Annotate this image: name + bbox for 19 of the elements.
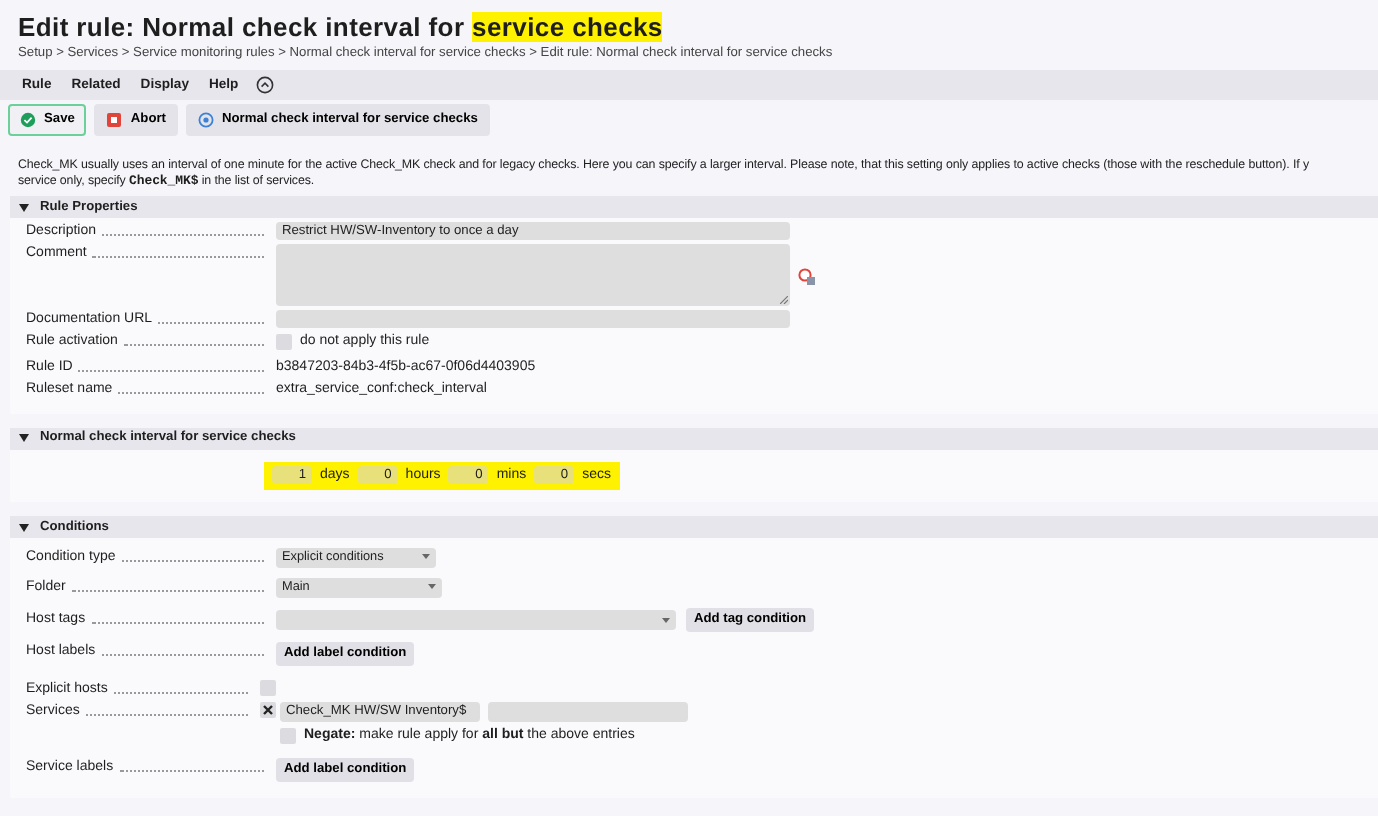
dropdown-arrow-icon (662, 617, 670, 624)
stop-icon (106, 112, 123, 128)
dropdown-arrow-icon (422, 554, 430, 561)
service-field[interactable] (488, 702, 688, 723)
target-icon (198, 112, 214, 128)
checkbox[interactable] (260, 680, 276, 697)
page-title: service checks (472, 12, 663, 42)
text-field[interactable] (276, 310, 790, 329)
dropdown[interactable] (276, 610, 676, 631)
checkmark-icon (20, 112, 36, 128)
comment-field[interactable] (276, 244, 790, 307)
collapse-icon[interactable] (256, 76, 275, 94)
edit-icon (798, 268, 816, 287)
checkbox[interactable] (260, 702, 276, 719)
checkbox[interactable] (276, 334, 292, 351)
dropdown-arrow-icon (428, 584, 436, 591)
page-title: Edit rule: Normal check interval for (18, 12, 467, 42)
checkbox[interactable] (280, 728, 296, 745)
resize-grip-icon[interactable] (780, 296, 788, 305)
